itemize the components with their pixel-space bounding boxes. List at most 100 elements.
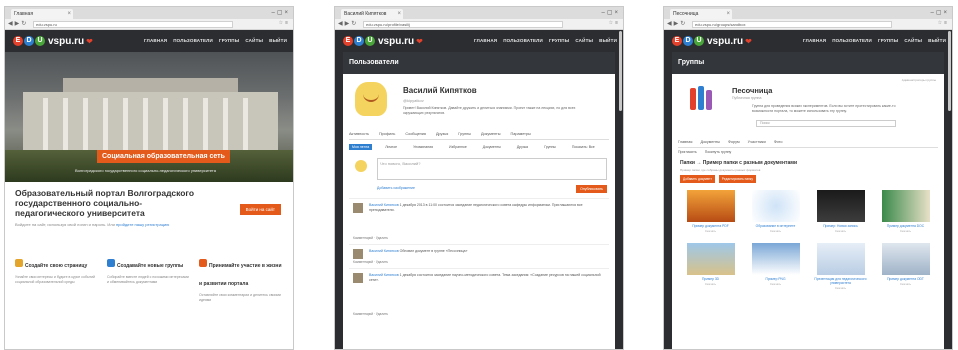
document-item[interactable]: Пример документа PDF Скачать — [682, 190, 739, 233]
document-thumbnail[interactable] — [686, 243, 735, 275]
address-input[interactable]: edu.vspu.ru/groups/sandbox — [692, 21, 892, 28]
menu-item-groups[interactable]: ГРУППЫ — [549, 38, 569, 43]
site-logo[interactable]: Е D U vspu.ru ❤ — [343, 35, 423, 47]
document-thumbnail[interactable] — [881, 190, 930, 222]
document-download[interactable]: Скачать — [682, 282, 739, 286]
subtab-groups[interactable]: Группы — [541, 144, 559, 150]
avatar[interactable] — [355, 82, 387, 116]
login-button[interactable]: Войти на сайт — [239, 204, 281, 215]
invite-link[interactable]: Пригласить — [678, 150, 697, 154]
entry-author-link[interactable]: Василий Кипятков — [369, 249, 399, 253]
document-thumbnail[interactable] — [686, 190, 735, 222]
document-item[interactable]: Пример документа DOC Скачать — [877, 190, 934, 233]
document-link[interactable]: Пример: Новая запись — [812, 224, 869, 228]
show-filter-select[interactable]: Показать: Все — [569, 144, 598, 150]
document-item[interactable]: Пример: Новая запись Скачать — [812, 190, 869, 233]
entry-author-link[interactable]: Василий Кипятков — [369, 203, 399, 207]
menu-item-logout[interactable]: ВЫЙТИ — [599, 38, 617, 43]
address-input[interactable]: edu.vspu.ru — [33, 21, 233, 28]
document-item[interactable]: Пример PNG Скачать — [747, 243, 804, 290]
menu-item-groups[interactable]: ГРУППЫ — [219, 38, 239, 43]
register-link[interactable]: пройдите нашу регистрацию — [116, 222, 169, 227]
document-link[interactable]: Пример документа PDF — [682, 224, 739, 228]
browser-tab[interactable]: Главная × — [11, 9, 73, 19]
document-item[interactable]: Пример документа ODT Скачать — [877, 243, 934, 290]
subtab-favorites[interactable]: Избранное — [446, 144, 470, 150]
attach-image-link[interactable]: Добавить изображение — [377, 186, 415, 190]
address-input[interactable]: edu.vspu.ru/profile/vasilij — [363, 21, 563, 28]
document-download[interactable]: Скачать — [812, 286, 869, 290]
close-icon[interactable]: × — [726, 9, 730, 19]
document-download[interactable]: Скачать — [747, 282, 804, 286]
tab-settings[interactable]: Параметры — [511, 132, 531, 136]
menu-item-sites[interactable]: САЙТЫ — [904, 38, 922, 43]
document-link[interactable]: Образование в интернете — [747, 224, 804, 228]
menu-item-sites[interactable]: САЙТЫ — [575, 38, 593, 43]
tab-forum[interactable]: Форум — [728, 140, 740, 144]
tab-photos[interactable]: Фото — [774, 140, 783, 144]
document-download[interactable]: Скачать — [812, 229, 869, 233]
document-download[interactable]: Скачать — [747, 229, 804, 233]
subtab-personal[interactable]: Личное — [382, 144, 400, 150]
publish-button[interactable]: Опубликовать — [576, 185, 607, 193]
document-link[interactable]: Пример 3D — [682, 277, 739, 281]
document-item[interactable]: Презентация для педагогического универси… — [812, 243, 869, 290]
document-thumbnail[interactable] — [751, 190, 800, 222]
document-thumbnail[interactable] — [816, 190, 865, 222]
subtab-mentions[interactable]: Упоминания — [410, 144, 436, 150]
tab-documents[interactable]: Документы — [700, 140, 720, 144]
nav-buttons[interactable]: ◀▶↻ — [338, 20, 358, 27]
menu-item-home[interactable]: ГЛАВНАЯ — [474, 38, 497, 43]
window-controls[interactable]: –▢× — [930, 9, 949, 16]
menu-item-users[interactable]: ПОЛЬЗОВАТЕЛИ — [832, 38, 872, 43]
menu-item-groups[interactable]: ГРУППЫ — [878, 38, 898, 43]
tab-members[interactable]: Участники — [748, 140, 766, 144]
entry-actions[interactable]: Комментарий · Удалить — [353, 236, 388, 240]
tab-home[interactable]: Главная — [678, 140, 692, 144]
menu-item-logout[interactable]: ВЫЙТИ — [928, 38, 946, 43]
browser-toolbar-icons[interactable]: ☆≡ — [609, 20, 620, 26]
entry-actions[interactable]: Комментарий · Удалить — [353, 260, 388, 264]
browser-toolbar-icons[interactable]: ☆≡ — [938, 20, 949, 26]
document-link[interactable]: Пример документа ODT — [877, 277, 934, 281]
add-document-button[interactable]: Добавить документ — [680, 175, 715, 183]
close-icon[interactable]: × — [397, 9, 401, 19]
document-link[interactable]: Пример PNG — [747, 277, 804, 281]
tab-documents[interactable]: Документы — [481, 132, 501, 136]
tab-profile[interactable]: Профиль — [379, 132, 395, 136]
subtab-documents[interactable]: Документы — [480, 144, 504, 150]
edit-folder-button[interactable]: Редактировать папку — [718, 175, 756, 183]
document-thumbnail[interactable] — [816, 243, 865, 275]
entry-author-link[interactable]: Василий Кипятков — [369, 273, 399, 277]
site-logo[interactable]: Е D U vspu.ru ❤ — [672, 35, 752, 47]
menu-item-logout[interactable]: ВЫЙТИ — [269, 38, 287, 43]
menu-item-sites[interactable]: САЙТЫ — [245, 38, 263, 43]
nav-buttons[interactable]: ◀▶↻ — [8, 20, 28, 27]
menu-item-users[interactable]: ПОЛЬЗОВАТЕЛИ — [173, 38, 213, 43]
leave-group-link[interactable]: Покинуть группу — [705, 150, 732, 154]
site-logo[interactable]: Е D U vspu.ru ❤ — [13, 35, 93, 47]
browser-toolbar-icons[interactable]: ☆≡ — [279, 20, 290, 26]
window-controls[interactable]: –▢× — [271, 9, 290, 16]
menu-item-home[interactable]: ГЛАВНАЯ — [144, 38, 167, 43]
close-icon[interactable]: × — [67, 9, 71, 19]
document-download[interactable]: Скачать — [682, 229, 739, 233]
window-controls[interactable]: –▢× — [601, 9, 620, 16]
scrollbar[interactable] — [948, 31, 951, 111]
tab-messages[interactable]: Сообщения — [405, 132, 426, 136]
document-download[interactable]: Скачать — [877, 282, 934, 286]
document-link[interactable]: Пример документа DOC — [877, 224, 934, 228]
tab-friends[interactable]: Друзья — [436, 132, 448, 136]
tab-groups[interactable]: Группы — [458, 132, 471, 136]
subtab-my-feed[interactable]: Моя лента — [349, 144, 373, 150]
document-thumbnail[interactable] — [751, 243, 800, 275]
scrollbar[interactable] — [619, 31, 622, 111]
menu-item-users[interactable]: ПОЛЬЗОВАТЕЛИ — [503, 38, 543, 43]
browser-tab[interactable]: Василий Кипятков × — [341, 9, 403, 19]
group-search-input[interactable]: Поиск — [756, 120, 896, 127]
document-download[interactable]: Скачать — [877, 229, 934, 233]
document-link[interactable]: Презентация для педагогического универси… — [812, 277, 869, 285]
browser-tab[interactable]: Песочница × — [670, 9, 732, 19]
entry-actions[interactable]: Комментарий · Удалить — [353, 312, 388, 316]
status-input[interactable]: Что нового, Василий? — [377, 158, 607, 180]
